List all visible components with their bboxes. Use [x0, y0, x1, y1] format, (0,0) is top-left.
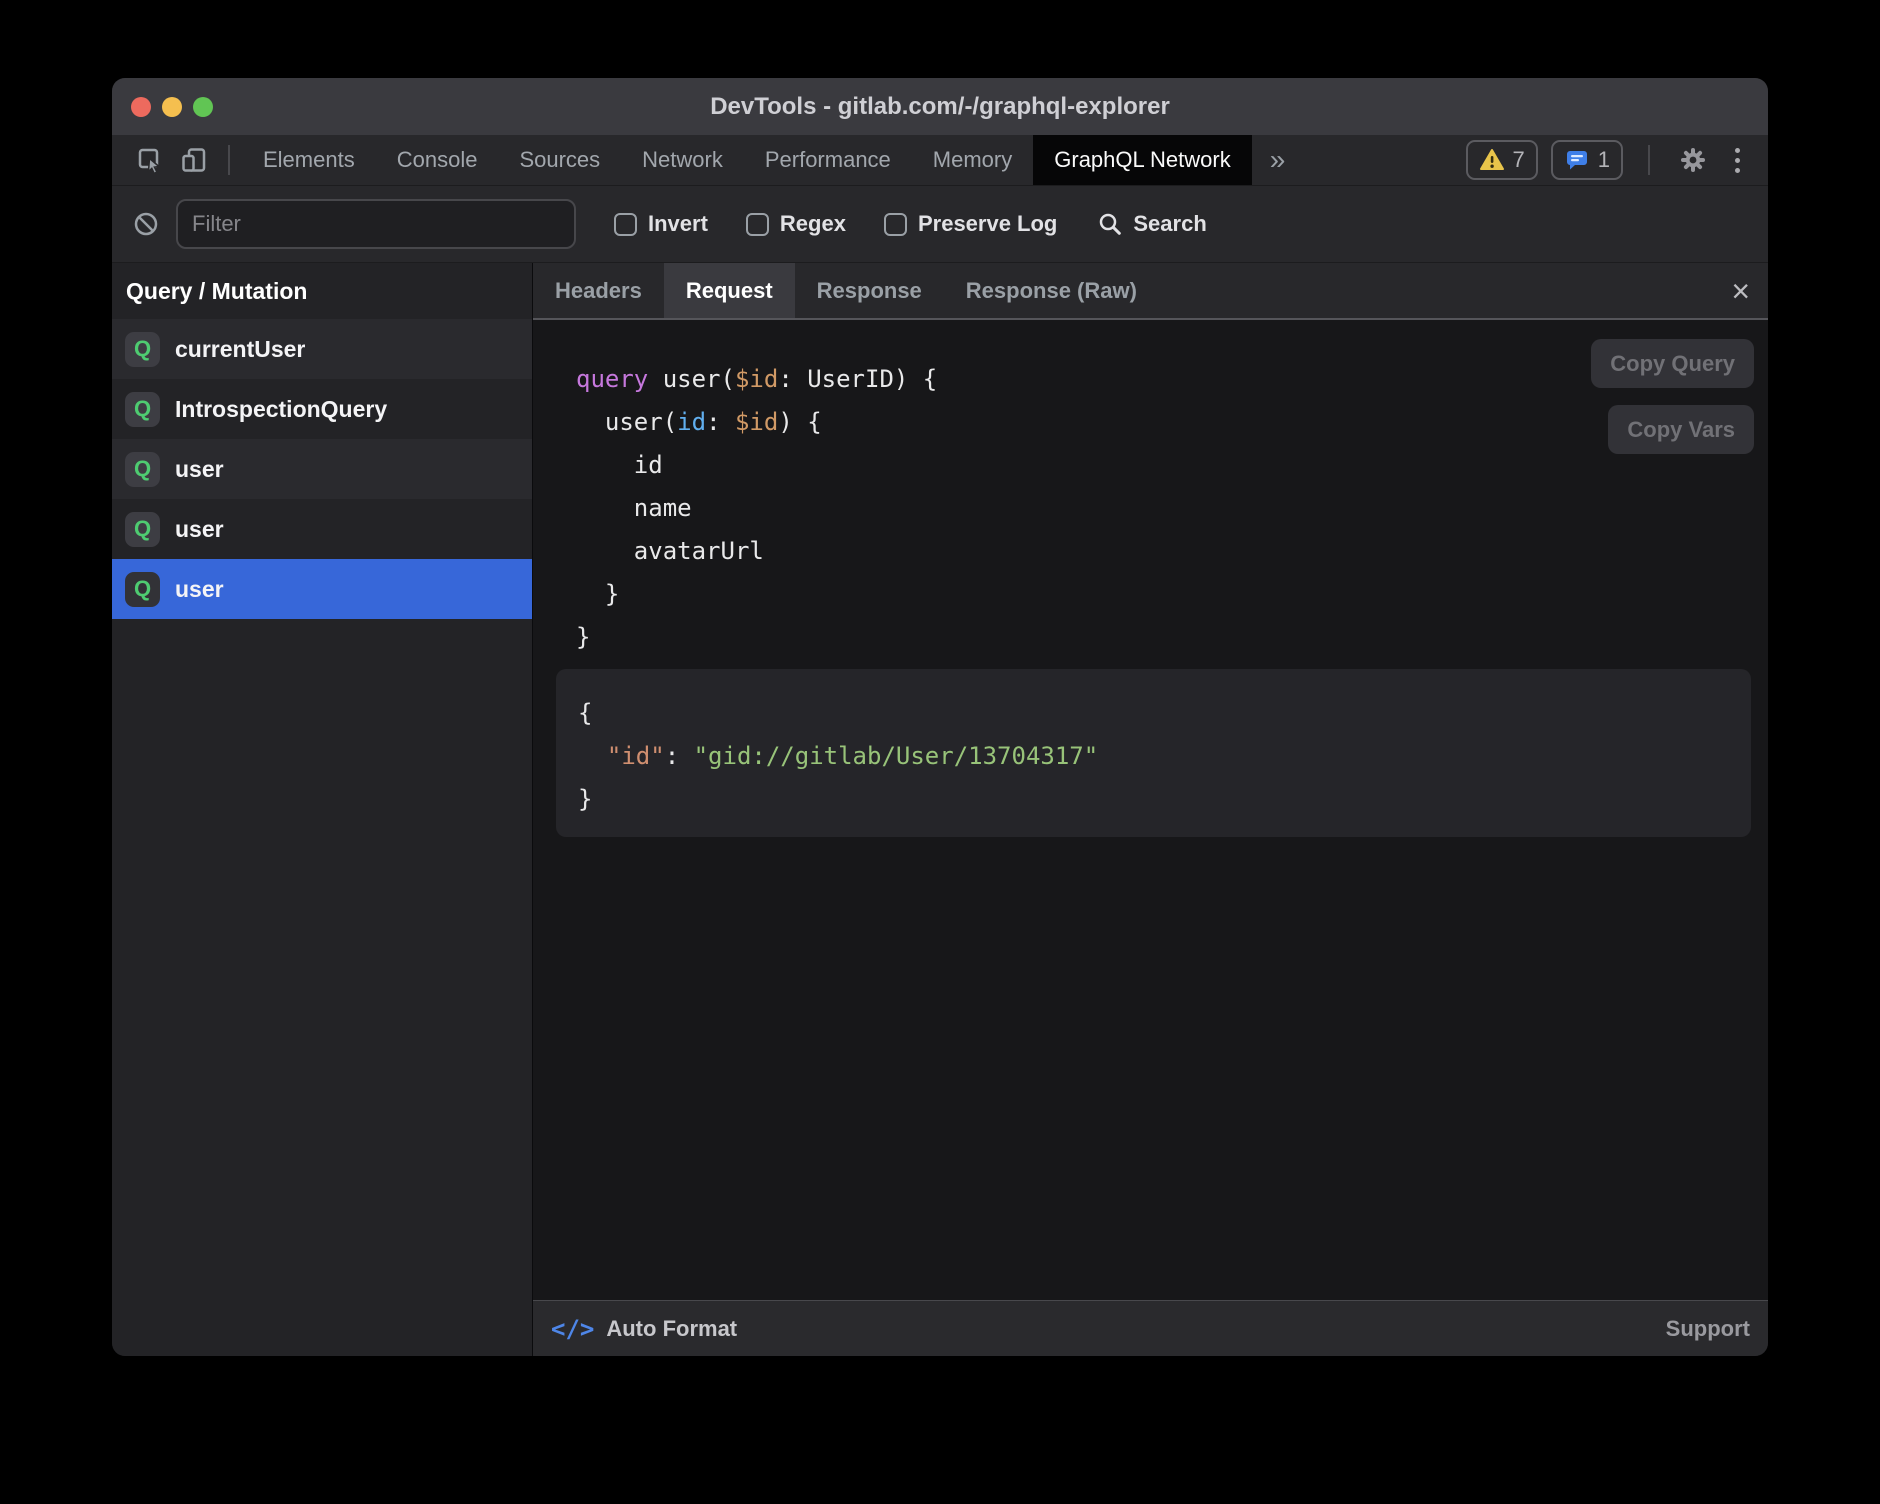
devtools-window: DevTools - gitlab.com/-/graphql-explorer… [112, 78, 1768, 1356]
request-code-line: } [576, 573, 1768, 616]
detail-tab-response-raw[interactable]: Response (Raw) [944, 263, 1159, 318]
request-code-line: query user($id: UserID) { [576, 358, 1768, 401]
request-content: query user($id: UserID) { user(id: $id) … [533, 320, 1768, 1300]
tab-performance[interactable]: Performance [744, 135, 912, 185]
variables-code-line: } [578, 778, 1751, 821]
controls-separator [1648, 145, 1650, 175]
message-count: 1 [1598, 147, 1610, 173]
clear-icon[interactable] [132, 210, 160, 238]
checkbox-invert[interactable]: Invert [614, 211, 708, 237]
copy-query-button[interactable]: Copy Query [1591, 339, 1754, 388]
request-detail-panel: HeadersRequestResponseResponse (Raw) × q… [533, 263, 1768, 1356]
checkbox-regex[interactable]: Regex [746, 211, 846, 237]
query-label: IntrospectionQuery [175, 396, 387, 423]
zoom-window-button[interactable] [193, 97, 213, 117]
search-label: Search [1133, 211, 1206, 237]
query-list-item[interactable]: QcurrentUser [112, 319, 532, 379]
search-button[interactable]: Search [1097, 211, 1206, 237]
preserve-log-checkbox-label: Preserve Log [918, 211, 1057, 237]
request-code: query user($id: UserID) { user(id: $id) … [533, 358, 1768, 659]
menu-kebab-icon[interactable] [1724, 148, 1750, 173]
filter-input[interactable] [176, 199, 576, 249]
checkbox-preserve-log[interactable]: Preserve Log [884, 211, 1057, 237]
warnings-badge[interactable]: 7 [1466, 140, 1538, 180]
auto-format-button[interactable]: </> Auto Format [551, 1315, 737, 1343]
tab-network[interactable]: Network [621, 135, 744, 185]
query-list-item[interactable]: Q IntrospectionQuery [112, 379, 532, 439]
filter-bar: Invert Regex Preserve Log Search [112, 186, 1768, 263]
devtools-tabs: ElementsConsoleSourcesNetworkPerformance… [242, 135, 1252, 185]
request-code-line: user(id: $id) { [576, 401, 1768, 444]
titlebar: DevTools - gitlab.com/-/graphql-explorer [112, 78, 1768, 135]
detail-tab-headers[interactable]: Headers [533, 263, 664, 318]
query-list-item[interactable]: Quser [112, 559, 532, 619]
variables-box: { "id": "gid://gitlab/User/13704317"} [556, 669, 1751, 837]
sidebar-header: Query / Mutation [112, 263, 532, 319]
auto-format-label: Auto Format [606, 1316, 737, 1342]
main-area: Query / Mutation QcurrentUserQIntrospect… [112, 263, 1768, 1356]
request-code-line: id [576, 444, 1768, 487]
devtools-tabbar: ElementsConsoleSourcesNetworkPerformance… [112, 135, 1768, 186]
tab-graphql-network[interactable]: GraphQL Network [1033, 135, 1251, 185]
query-type-badge: Q [125, 392, 160, 427]
search-icon [1097, 211, 1123, 237]
detail-footer: </> Auto Format Support [533, 1300, 1768, 1356]
warning-icon [1479, 148, 1505, 172]
query-type-badge: Q [125, 452, 160, 487]
invert-checkbox-label: Invert [648, 211, 708, 237]
copy-vars-button[interactable]: Copy Vars [1608, 405, 1754, 454]
variables-code: { "id": "gid://gitlab/User/13704317"} [578, 692, 1751, 821]
device-toolbar-icon[interactable] [172, 135, 216, 185]
support-link[interactable]: Support [1666, 1316, 1750, 1342]
tab-console[interactable]: Console [376, 135, 499, 185]
tab-memory[interactable]: Memory [912, 135, 1033, 185]
request-tabs-container: HeadersRequestResponseResponse (Raw) [533, 263, 1159, 318]
query-list: QcurrentUserQIntrospectionQueryQuserQuse… [112, 319, 532, 619]
message-icon [1564, 147, 1590, 173]
detail-tab-request[interactable]: Request [664, 263, 795, 318]
issues-badge[interactable]: 1 [1551, 140, 1623, 180]
preserve-log-checkbox-box [884, 213, 907, 236]
regex-checkbox-box [746, 213, 769, 236]
query-label: currentUser [175, 336, 305, 363]
close-detail-icon[interactable]: × [1731, 275, 1750, 307]
tab-sources[interactable]: Sources [498, 135, 621, 185]
query-type-badge: Q [125, 572, 160, 607]
detail-tabstrip: HeadersRequestResponseResponse (Raw) × [533, 263, 1768, 320]
settings-gear-icon[interactable] [1675, 145, 1711, 175]
query-label: user [175, 516, 224, 543]
request-code-line: } [576, 616, 1768, 659]
query-type-badge: Q [125, 332, 160, 367]
window-title: DevTools - gitlab.com/-/graphql-explorer [710, 93, 1170, 121]
variables-code-line: "id": "gid://gitlab/User/13704317" [578, 735, 1751, 778]
minimize-window-button[interactable] [162, 97, 182, 117]
code-brackets-icon: </> [551, 1315, 594, 1343]
copy-buttons: Copy Query Copy Vars [1591, 339, 1754, 454]
query-list-item[interactable]: Quser [112, 499, 532, 559]
query-list-item[interactable]: Quser [112, 439, 532, 499]
tab-elements[interactable]: Elements [242, 135, 376, 185]
tabbar-separator [228, 145, 230, 175]
request-code-line: avatarUrl [576, 530, 1768, 573]
filter-checkboxes: Invert Regex Preserve Log [576, 211, 1057, 237]
traffic-lights [131, 78, 213, 135]
more-tabs-button[interactable]: » [1252, 135, 1304, 185]
query-type-badge: Q [125, 512, 160, 547]
regex-checkbox-label: Regex [780, 211, 846, 237]
query-sidebar: Query / Mutation QcurrentUserQIntrospect… [112, 263, 533, 1356]
query-label: user [175, 576, 224, 603]
detail-tab-response[interactable]: Response [795, 263, 944, 318]
close-window-button[interactable] [131, 97, 151, 117]
tabbar-right-controls: 7 1 [1466, 135, 1769, 185]
warning-count: 7 [1513, 147, 1525, 173]
query-label: user [175, 456, 224, 483]
variables-code-line: { [578, 692, 1751, 735]
invert-checkbox-box [614, 213, 637, 236]
inspect-element-icon[interactable] [128, 135, 172, 185]
request-code-line: name [576, 487, 1768, 530]
